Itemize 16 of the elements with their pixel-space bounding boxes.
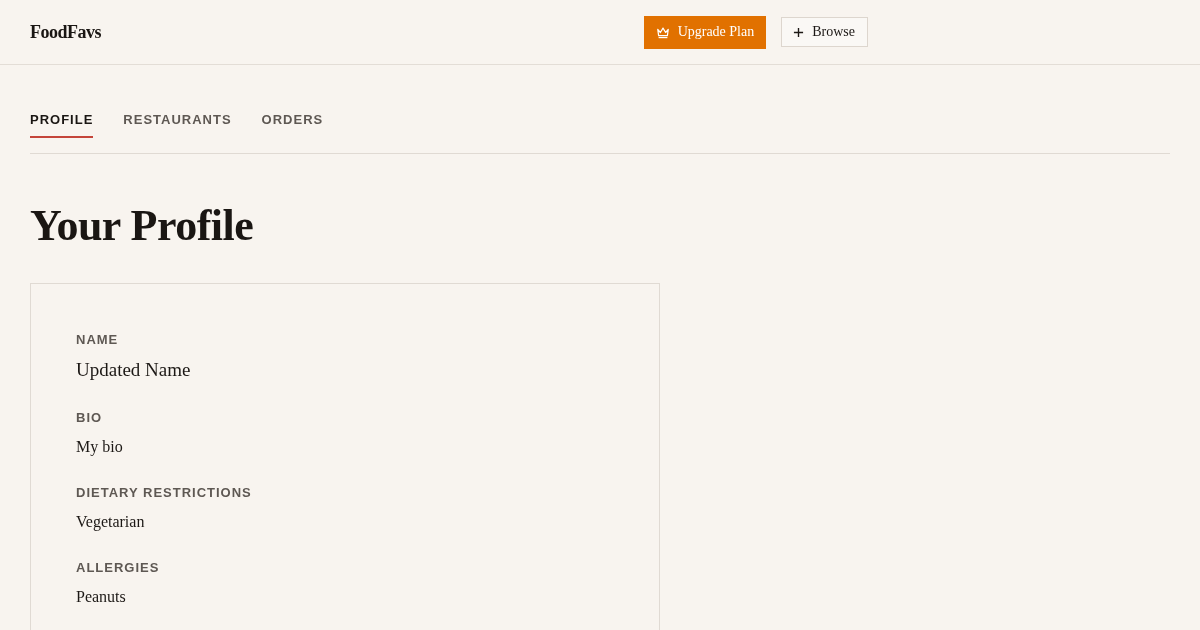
field-value: Peanuts (76, 587, 126, 607)
tab[interactable]: RESTAURANTS (123, 112, 232, 138)
field-label: NAME (76, 332, 119, 348)
tab[interactable]: PROFILE (30, 112, 94, 138)
page-title: Your Profile (30, 202, 254, 250)
field-value: My bio (76, 437, 123, 458)
field-label: BIO (76, 410, 103, 426)
plus-icon (793, 26, 805, 38)
tab[interactable]: ORDERS (261, 112, 324, 138)
field-label: ALLERGIES (76, 560, 160, 576)
crown-icon (655, 25, 670, 39)
field-value: Updated Name (76, 358, 191, 382)
browse-button[interactable]: Browse (781, 17, 868, 47)
field-value: Vegetarian (76, 512, 145, 533)
field-label: DIETARY RESTRICTIONS (76, 485, 252, 501)
logo[interactable]: FoodFavs (30, 21, 101, 43)
